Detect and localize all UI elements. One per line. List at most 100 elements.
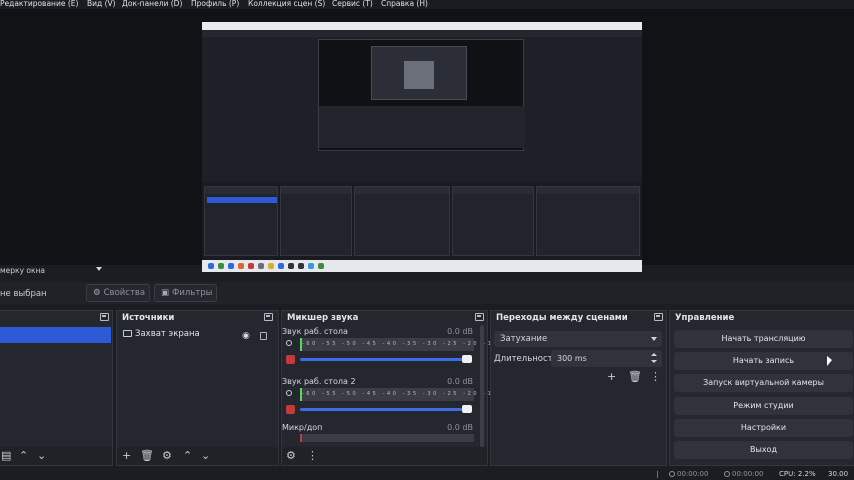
channel-name: Звук раб. стола [282,327,348,336]
menu-scene-collection[interactable]: Коллекция сцен (S) [248,0,325,8]
settings-button[interactable]: Настройки [674,419,853,437]
rec-time: 00:00:00 [732,470,764,478]
start-virtual-camera-button[interactable]: Запуск виртуальной камеры [674,374,853,392]
filters-label: Фильтры [172,288,213,298]
gear-icon[interactable]: ⚙ [162,450,172,462]
channel-db: 0.0 dB [447,327,473,336]
preview-nested-capture [318,39,525,151]
eye-icon[interactable]: ◉ [242,331,250,341]
record-icon [724,471,730,477]
chevron-down-icon[interactable] [96,267,102,271]
preview-dock-sources [280,186,352,256]
undock-icon[interactable] [654,313,663,321]
move-up-icon[interactable]: ⌃ [19,450,28,462]
scenes-dock: ▤ ⌃ ⌄ [0,310,113,466]
mixer-channel: Звук раб. стола 2 0.0 dB -60 -55 -50 -45… [282,377,541,423]
preview-nested-inner [371,46,467,100]
volume-slider[interactable] [300,358,470,361]
status-bar: 00:00:00 00:00:00 CPU: 2.2% 30.00 [0,468,854,480]
mixer-dock: Микшер звука Звук раб. стола 0.0 dB -60 … [281,310,541,466]
properties-button[interactable]: ⚙ Свойства [86,284,151,302]
trash-icon[interactable]: 🗑 [628,371,642,383]
source-item-label: Захват экрана [135,329,200,339]
chevron-down-icon [651,337,657,341]
mixer-channel: Микр/доп 0.0 dB [282,423,477,443]
sources-footer: + 🗑 ⚙ ⌃ ⌄ [117,447,278,465]
preview-nested-block [404,61,434,89]
transition-select-value: Затухание [500,334,548,344]
duration-label: Длительность [494,354,558,364]
undock-icon[interactable] [100,313,109,321]
gear-icon[interactable]: ⚙ [286,450,296,462]
duration-value: 300 ms [557,354,587,363]
menu-docks[interactable]: Док-панели (D) [122,0,182,8]
lock-icon[interactable] [260,332,267,340]
gear-icon[interactable] [286,390,292,396]
menu-help[interactable]: Справка (H) [381,0,428,8]
move-down-icon[interactable]: ⌄ [37,450,46,462]
channel-db: 0.0 dB [447,377,473,386]
source-list-item[interactable]: Захват экрана [123,329,273,343]
volume-meter: -60 -55 -50 -45 -40 -35 -30 -25 -20 -15 … [300,388,541,401]
move-down-icon[interactable]: ⌄ [201,450,210,462]
broadcast-icon [669,471,675,477]
cpu-usage: CPU: 2.2% [779,470,816,478]
controls-title: Управление [675,313,735,323]
more-icon[interactable]: ⋮ [307,450,318,462]
channel-name: Микр/доп [282,423,323,432]
mixer-channel: Звук раб. стола 0.0 dB -60 -55 -50 -45 -… [282,327,541,373]
fps-value: 30.00 [828,470,849,478]
undock-icon[interactable] [264,313,273,321]
filter-icon: ▣ [161,288,170,298]
menu-edit[interactable]: Редактирование (E) [0,0,78,8]
trash-icon[interactable]: 🗑 [140,450,154,462]
exit-button[interactable]: Выход [674,441,853,459]
undock-icon[interactable] [475,313,484,321]
volume-slider-handle[interactable] [462,355,472,363]
sources-dock: Источники Захват экрана ◉ + 🗑 ⚙ ⌃ ⌄ [116,310,279,466]
transitions-title: Переходы между сценами [496,313,628,323]
add-icon[interactable]: + [607,371,616,383]
menu-tools[interactable]: Сервис (T) [332,0,373,8]
volume-slider-handle[interactable] [462,405,472,413]
controls-dock: Управление Начать трансляцию Начать запи… [669,310,854,466]
menu-profile[interactable]: Профиль (P) [191,0,239,8]
chevron-up-icon[interactable] [651,353,657,356]
filters-button[interactable]: ▣ Фильтры [154,284,218,302]
scrollbar[interactable] [480,325,484,447]
scene-list-item-selected[interactable] [0,327,111,343]
volume-meter: -60 -55 -50 -45 -40 -35 -30 -25 -20 -15 … [300,338,541,351]
channel-name: Звук раб. стола 2 [282,377,356,386]
menu-view[interactable]: Вид (V) [87,0,116,8]
mute-icon[interactable] [286,405,295,414]
preview-dock-controls [536,186,640,256]
transition-select[interactable]: Затухание [494,331,662,347]
channel-db: 0.0 dB [447,423,473,432]
more-icon[interactable]: ⋮ [650,371,661,383]
sources-title: Источники [122,313,175,323]
mute-icon[interactable] [286,355,295,364]
gear-icon[interactable] [286,340,292,346]
studio-mode-button[interactable]: Режим студии [674,397,853,415]
start-streaming-button[interactable]: Начать трансляцию [674,330,853,348]
transitions-dock: Переходы между сценами Затухание Длитель… [490,310,667,466]
scene-selector[interactable]: мерку окна [0,266,45,275]
gear-icon: ⚙ [93,288,101,298]
chevron-down-icon[interactable] [651,360,657,363]
preview-area[interactable] [0,9,854,272]
add-icon[interactable]: + [122,450,131,462]
duration-spinbox[interactable]: 300 ms [551,350,662,367]
live-status: 00:00:00 [669,470,708,478]
preview-docks [202,182,642,260]
move-up-icon[interactable]: ⌃ [183,450,192,462]
filter-icon[interactable]: ▤ [1,450,11,462]
menu-bar: Редактирование (E) Вид (V) Док-панели (D… [0,0,854,9]
preview-taskbar [202,260,642,272]
network-icon [650,471,658,478]
preview-dock-transitions [452,186,534,256]
volume-slider[interactable] [300,408,470,411]
preview-nested-docks [319,106,525,148]
preview-canvas[interactable] [202,22,642,272]
preview-dock-mixer [354,186,450,256]
live-time: 00:00:00 [677,470,709,478]
